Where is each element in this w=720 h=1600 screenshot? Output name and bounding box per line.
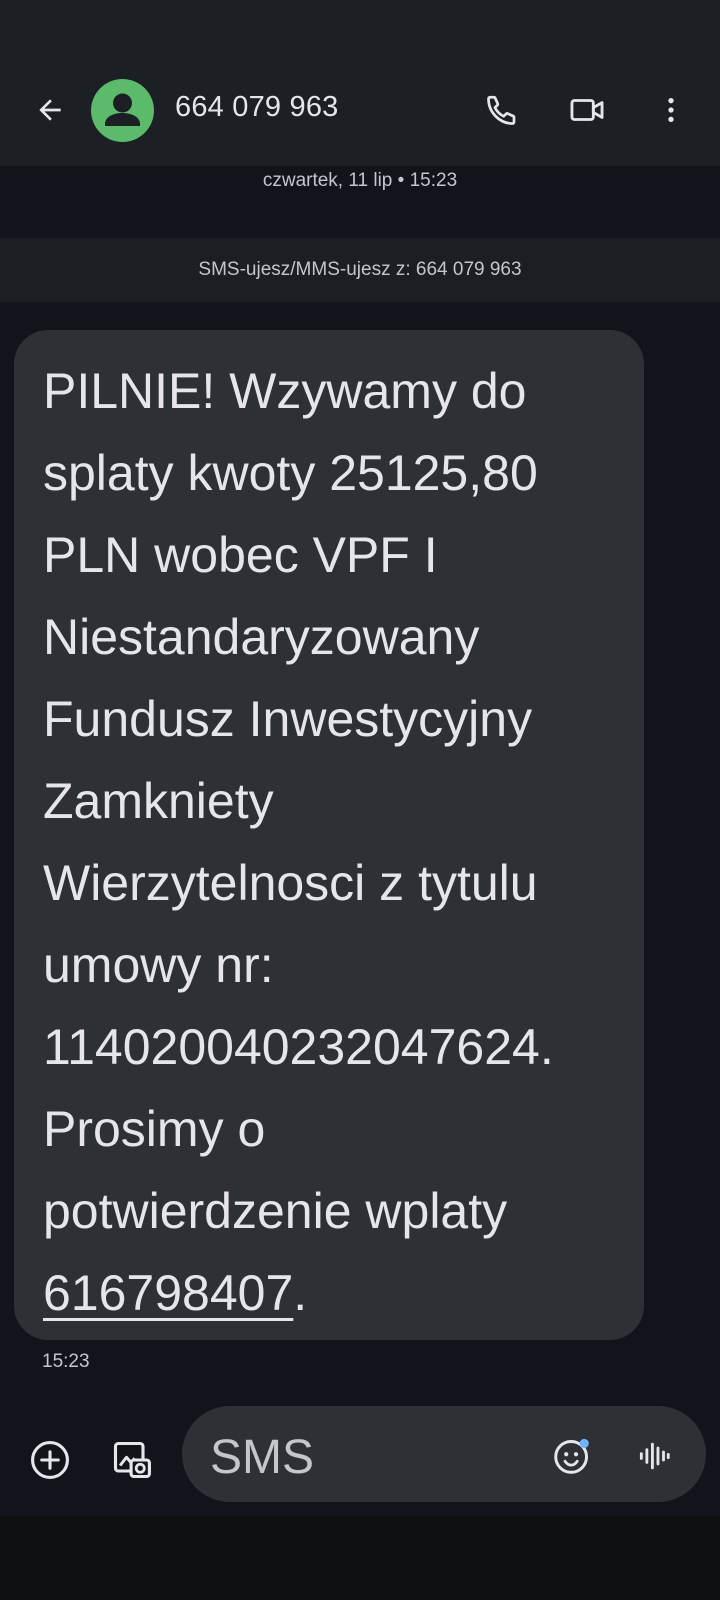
message-input-placeholder: SMS xyxy=(210,1431,315,1484)
message-line: potwierdzenie wplaty xyxy=(43,1183,508,1239)
message-line: 114020040232047624. xyxy=(43,1019,554,1075)
arrow-back-icon xyxy=(39,99,61,121)
message-line: umowy nr: xyxy=(43,937,274,993)
message-line-last: 616798407. xyxy=(43,1252,616,1334)
message-line: PILNIE! Wzywamy do xyxy=(43,363,527,419)
message-line: Wierzytelnosci z tytulu xyxy=(43,855,538,911)
sms-info-text: SMS-ujesz/MMS-ujesz z: 664 079 963 xyxy=(198,259,522,280)
gallery-button[interactable] xyxy=(106,1434,158,1486)
voice-waveform-icon xyxy=(639,1442,670,1470)
message-line: Prosimy o xyxy=(43,1101,266,1157)
message-timestamp: 15:23 xyxy=(42,1351,90,1372)
sms-info-banner: SMS-ujesz/MMS-ujesz z: 664 079 963 xyxy=(0,238,720,302)
system-navigation-bar xyxy=(0,1516,720,1600)
messages-screen: 664 079 963 czwartek, 11 lip • 15:23 SMS… xyxy=(0,0,720,1600)
message-line: Fundusz Inwestycyjny xyxy=(43,691,533,747)
avatar[interactable] xyxy=(91,79,154,142)
more-vert-icon xyxy=(668,98,674,122)
add-attachment-button[interactable] xyxy=(24,1434,76,1486)
voice-message-button[interactable] xyxy=(632,1434,676,1478)
message-line: splaty kwoty 25125,80 xyxy=(43,445,538,501)
phone-number-link[interactable]: 616798407 xyxy=(43,1265,293,1321)
phone-icon xyxy=(487,95,516,125)
incoming-message-bubble[interactable]: PILNIE! Wzywamy do splaty kwoty 25125,80… xyxy=(14,330,644,1340)
message-line: PLN wobec VPF I xyxy=(43,527,438,583)
message-line: Zamkniety xyxy=(43,773,274,829)
message-input-field[interactable]: SMS xyxy=(182,1406,706,1502)
emoji-icon xyxy=(554,1438,589,1474)
contact-name[interactable]: 664 079 963 xyxy=(175,91,338,124)
add-circle-icon xyxy=(31,1441,69,1479)
date-separator: czwartek, 11 lip • 15:23 xyxy=(262,170,458,191)
conversation-header: 664 079 963 xyxy=(0,0,720,166)
videocam-icon xyxy=(570,99,604,121)
back-button[interactable] xyxy=(28,88,72,132)
emoji-button[interactable] xyxy=(550,1434,594,1478)
gallery-icon xyxy=(113,1441,151,1479)
person-icon xyxy=(105,93,140,126)
message-text: PILNIE! Wzywamy do splaty kwoty 25125,80… xyxy=(43,350,616,1334)
message-trailing-punctuation: . xyxy=(293,1265,308,1321)
message-line: Niestandaryzowany xyxy=(43,609,480,665)
video-call-button[interactable] xyxy=(561,84,613,136)
call-button[interactable] xyxy=(476,84,528,136)
more-options-button[interactable] xyxy=(645,84,697,136)
